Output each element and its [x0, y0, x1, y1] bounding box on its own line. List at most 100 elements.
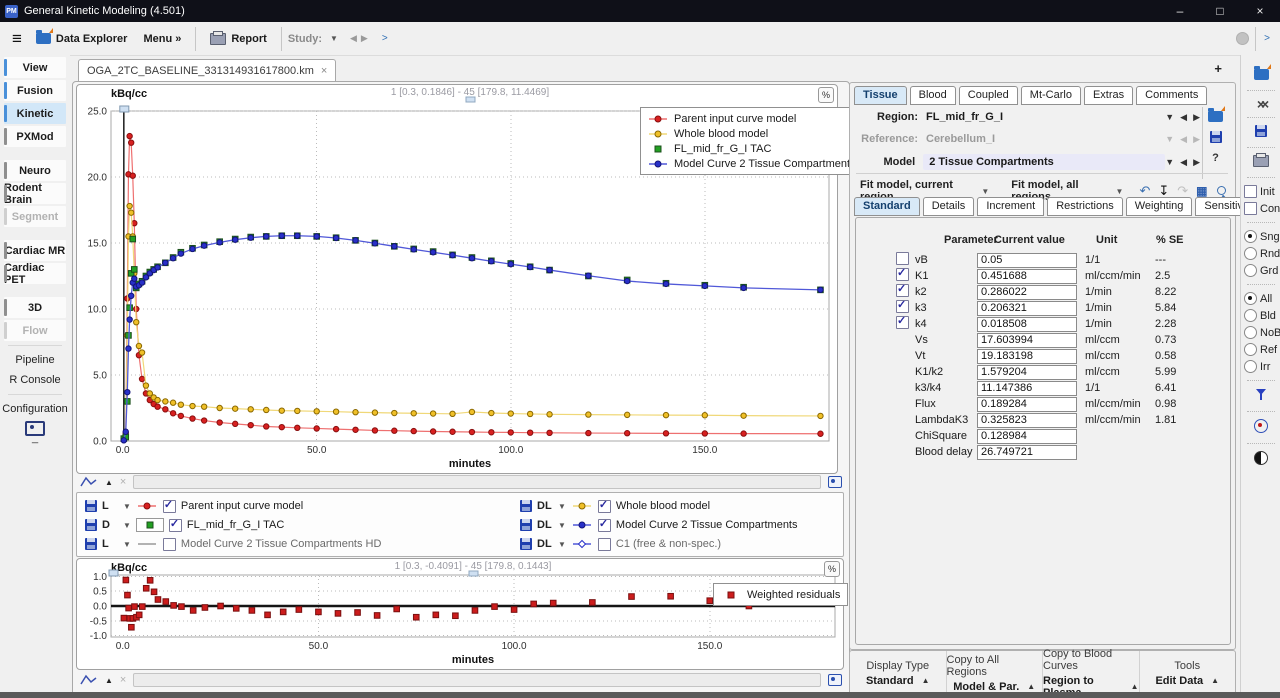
nob-radio[interactable]: NoB: [1242, 324, 1280, 341]
curve-mode-dropdown-icon[interactable]: ▼: [123, 540, 131, 549]
param-value-input[interactable]: [977, 413, 1077, 428]
curve-visible-checkbox[interactable]: [163, 538, 176, 551]
dropup-icon[interactable]: ▲: [1131, 682, 1139, 691]
residuals-percent-button[interactable]: %: [824, 561, 840, 577]
curve-mode-label[interactable]: D: [102, 519, 118, 531]
tab-blood[interactable]: Blood: [910, 86, 956, 105]
init-checkbox[interactable]: Init: [1242, 183, 1280, 200]
curve-visible-checkbox[interactable]: [598, 538, 611, 551]
sidebar-item-r-console[interactable]: R Console: [0, 370, 70, 390]
blue-dot-line-marker-icon[interactable]: [571, 520, 593, 530]
menu-button[interactable]: Menu »: [135, 33, 189, 45]
gray-dash-marker-icon[interactable]: [136, 539, 158, 549]
sidebar-item-view[interactable]: View: [4, 57, 66, 78]
yellow-dot-marker-icon[interactable]: [571, 501, 593, 511]
maximize-button[interactable]: □: [1200, 0, 1240, 22]
curve-mode-dropdown-icon[interactable]: ▼: [558, 521, 566, 530]
collapse-icon[interactable]: ▲: [105, 478, 113, 487]
detach-window-icon[interactable]: [828, 476, 842, 488]
rail-close-icon[interactable]: ××: [1257, 96, 1265, 112]
calculator-icon[interactable]: ▦: [1196, 186, 1207, 196]
param-tab-details[interactable]: Details: [923, 197, 975, 216]
save-curve-icon[interactable]: [85, 500, 97, 512]
curve-style-icon[interactable]: [80, 674, 98, 686]
study-next-icon[interactable]: ▶: [359, 33, 370, 44]
param-fit-checkbox[interactable]: [896, 316, 909, 329]
region-next-icon[interactable]: ▶: [1193, 112, 1200, 123]
param-value-input[interactable]: [977, 397, 1077, 412]
curve-mode-label[interactable]: L: [102, 538, 118, 550]
curve-mode-label[interactable]: DL: [537, 519, 553, 531]
curve-mode-label[interactable]: DL: [537, 538, 553, 550]
minimize-button[interactable]: –: [1160, 0, 1200, 22]
sidebar-item-cardiac-pet[interactable]: Cardiac PET: [4, 263, 66, 284]
red-dot-line-marker-icon[interactable]: [136, 501, 158, 511]
rnd-radio[interactable]: Rnd: [1242, 245, 1280, 262]
hamburger-menu-icon[interactable]: ≡: [12, 29, 22, 49]
ref-radio[interactable]: Ref: [1242, 341, 1280, 358]
irr-radio[interactable]: Irr: [1242, 358, 1280, 375]
curve-scroll-bar[interactable]: [133, 475, 821, 489]
dropup-icon[interactable]: ▲: [1211, 676, 1219, 685]
configuration-icon[interactable]: [25, 421, 45, 436]
sidebar-item-configuration[interactable]: Configuration: [0, 399, 70, 419]
all-radio[interactable]: All: [1242, 290, 1280, 307]
param-value-input[interactable]: [977, 349, 1077, 364]
region-dropdown-icon[interactable]: ▼: [1165, 112, 1174, 122]
param-tab-restrictions[interactable]: Restrictions: [1047, 197, 1122, 216]
contrast-icon[interactable]: [1254, 451, 1268, 465]
save-curve-icon[interactable]: [85, 519, 97, 531]
help-icon[interactable]: ?: [1212, 152, 1219, 164]
fit-current-dropdown-icon[interactable]: ▼: [981, 187, 989, 196]
tac-chart-panel[interactable]: 0.05.010.015.020.025.00.050.0100.0150.0k…: [76, 84, 838, 474]
param-tab-weighting[interactable]: Weighting: [1126, 197, 1193, 216]
model-next-icon[interactable]: ▶: [1193, 157, 1200, 168]
document-tab-close-icon[interactable]: ×: [321, 65, 327, 77]
standard-button[interactable]: Standard▲: [866, 675, 930, 687]
model-prev-icon[interactable]: ◀: [1180, 157, 1187, 168]
curve-mode-label[interactable]: DL: [537, 500, 553, 512]
sidebar-item-kinetic[interactable]: Kinetic: [4, 103, 66, 124]
param-value-input[interactable]: [977, 253, 1077, 268]
curve-visible-checkbox[interactable]: [598, 519, 611, 532]
param-value-input[interactable]: [977, 269, 1077, 284]
target-icon[interactable]: [1254, 419, 1268, 433]
edit-data-button[interactable]: Edit Data▲: [1155, 675, 1219, 687]
main-chart-percent-button[interactable]: %: [818, 87, 834, 103]
panel-expand-icon[interactable]: >: [1262, 33, 1272, 44]
tab-comments[interactable]: Comments: [1136, 86, 1207, 105]
dropup-icon[interactable]: ▲: [922, 676, 930, 685]
sidebar-item-rodent-brain[interactable]: Rodent Brain: [4, 183, 66, 204]
tab-mt-carlo[interactable]: Mt-Carlo: [1021, 86, 1081, 105]
save-curve-icon[interactable]: [520, 538, 532, 550]
study-forward-icon[interactable]: >: [380, 33, 390, 44]
curve-mode-dropdown-icon[interactable]: ▼: [558, 502, 566, 511]
sidebar-item-neuro[interactable]: Neuro: [4, 160, 66, 181]
fit-all-dropdown-icon[interactable]: ▼: [1116, 187, 1124, 196]
save-curve-icon[interactable]: [520, 500, 532, 512]
open-diamond-marker-icon[interactable]: [571, 539, 593, 549]
residuals-chart[interactable]: -1.0-0.50.00.51.00.050.0100.0150.0kBq/cc…: [77, 559, 841, 667]
param-value-input[interactable]: [977, 365, 1077, 380]
param-value-input[interactable]: [977, 301, 1077, 316]
param-value-input[interactable]: [977, 381, 1077, 396]
curve-visible-checkbox[interactable]: [163, 500, 176, 513]
preview-icon[interactable]: [1216, 185, 1227, 197]
model-par-button[interactable]: Model & Par.▲: [953, 681, 1035, 693]
curve-mode-dropdown-icon[interactable]: ▼: [123, 521, 131, 530]
param-value-input[interactable]: [977, 317, 1077, 332]
model-value[interactable]: 2 Tissue Compartments: [923, 154, 1165, 170]
sidebar-item-fusion[interactable]: Fusion: [4, 80, 66, 101]
param-tab-standard[interactable]: Standard: [854, 197, 920, 216]
detach-window-icon[interactable]: [828, 674, 842, 686]
data-explorer-button[interactable]: Data Explorer: [28, 33, 136, 45]
save-model-icon[interactable]: [1210, 131, 1222, 143]
param-value-input[interactable]: [977, 429, 1077, 444]
param-value-input[interactable]: [977, 285, 1077, 300]
rail-load-icon[interactable]: [1254, 69, 1269, 80]
tab-extras[interactable]: Extras: [1084, 86, 1133, 105]
param-value-input[interactable]: [977, 445, 1077, 460]
curve-visible-checkbox[interactable]: [598, 500, 611, 513]
green-square-marker-icon[interactable]: [136, 518, 164, 532]
param-tab-increment[interactable]: Increment: [977, 197, 1044, 216]
